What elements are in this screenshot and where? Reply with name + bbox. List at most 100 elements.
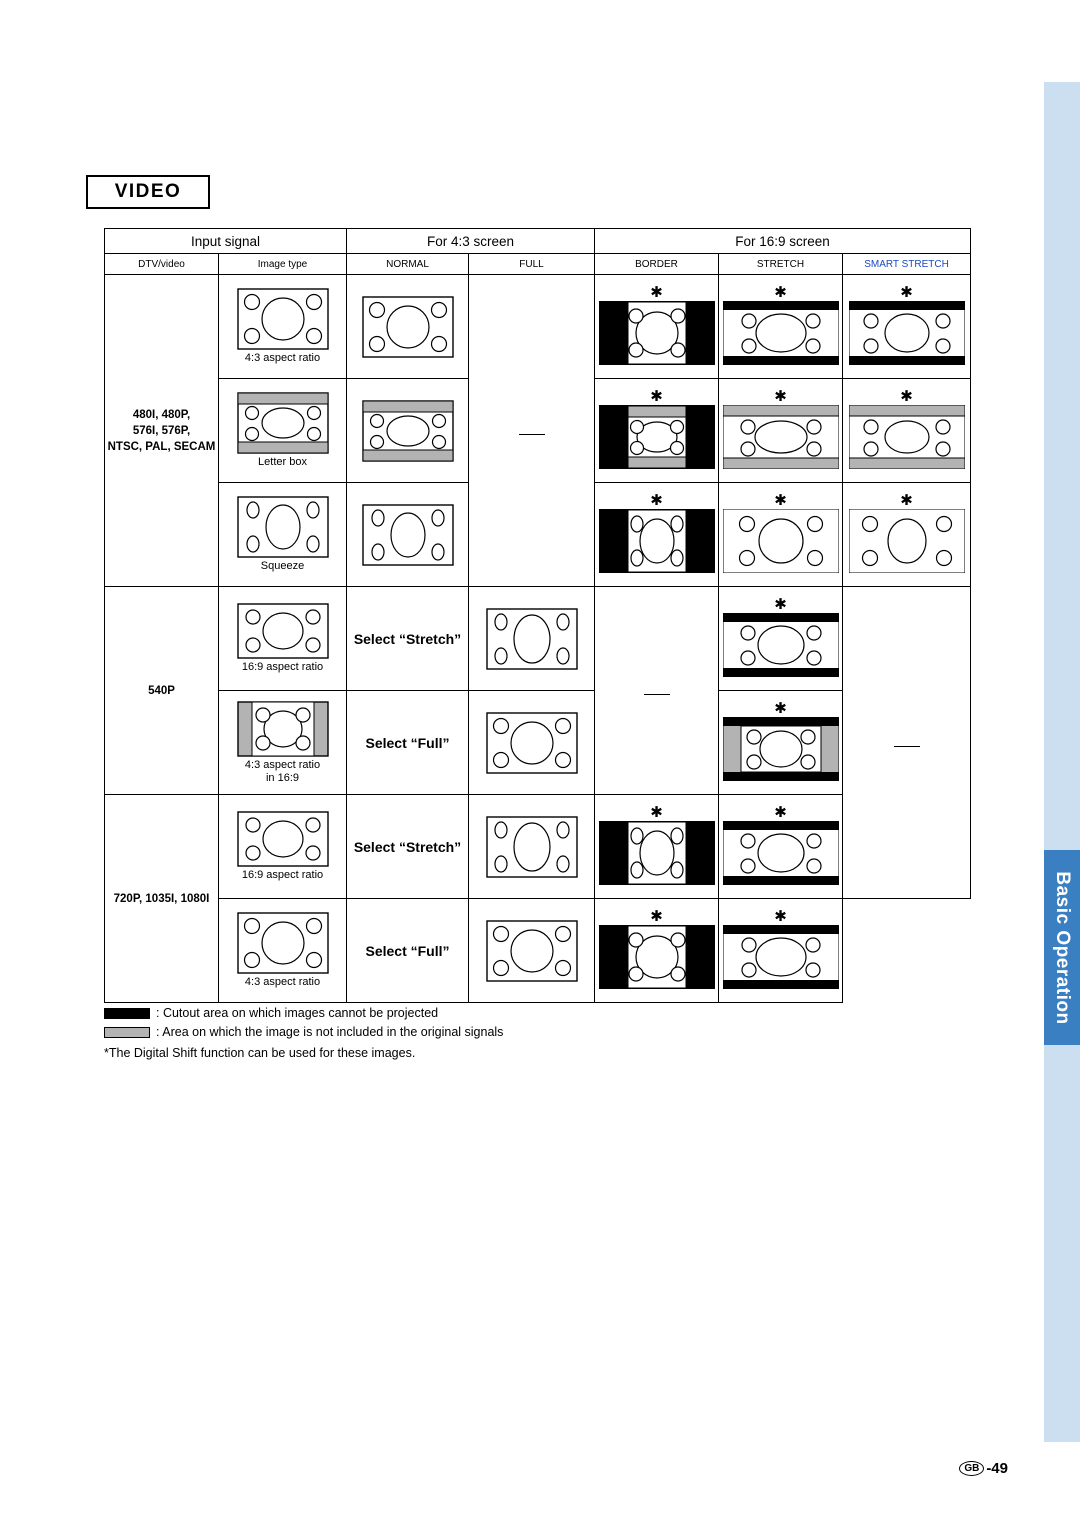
diagram-smart-stretch-1 xyxy=(848,301,965,365)
header-border: BORDER xyxy=(594,253,720,275)
cell-normal-5: Select “Full” xyxy=(346,690,469,795)
diagram-full-5 xyxy=(485,711,578,774)
cell-full-group-1 xyxy=(467,274,596,587)
cell-normal-1 xyxy=(346,274,469,379)
cell-stretch-5: ✱ xyxy=(718,690,844,795)
star-marker: ✱ xyxy=(774,804,787,821)
cell-stretch-3: ✱ xyxy=(718,482,844,587)
gray-swatch-icon xyxy=(104,1027,150,1038)
cell-image-type-43-hd: 4:3 aspect ratio xyxy=(218,898,347,1003)
cell-image-type-169-hd: 16:9 aspect ratio xyxy=(218,794,347,899)
diagram-stretch-7 xyxy=(722,925,839,989)
row-label-group-2-text: 540P xyxy=(148,684,175,697)
diagram-border-7 xyxy=(598,925,715,989)
header-for-4-3-screen: For 4:3 screen xyxy=(345,228,596,254)
cell-image-type-169-540p: 16:9 aspect ratio xyxy=(218,586,347,691)
star-marker: ✱ xyxy=(650,804,663,821)
diagram-stretch-2 xyxy=(722,405,839,469)
caption-image-type-5: 4:3 aspect ratio in 16:9 xyxy=(244,758,321,784)
header-for-16-9-screen: For 16:9 screen xyxy=(594,228,972,254)
diagram-stretch-3 xyxy=(722,509,839,573)
header-smart-stretch: SMART STRETCH xyxy=(842,253,972,275)
row-label-group-2: 540P xyxy=(104,586,219,795)
legend-row-notincluded: : Area on which the image is not include… xyxy=(104,1023,503,1042)
caption-image-type-4: 16:9 aspect ratio xyxy=(241,661,324,673)
star-marker: ✱ xyxy=(650,284,663,301)
cell-normal-7: Select “Full” xyxy=(346,898,469,1003)
cell-full-4 xyxy=(467,586,596,691)
diagram-full-7 xyxy=(485,919,578,982)
header-input-signal: Input signal xyxy=(104,228,347,254)
star-marker: ✱ xyxy=(650,492,663,509)
diagram-normal-2 xyxy=(361,399,454,462)
side-tab-basic-operation: Basic Operation xyxy=(1044,850,1080,1045)
cell-normal-2 xyxy=(346,378,469,483)
cell-normal-6: Select “Stretch” xyxy=(346,794,469,899)
diagram-16-9-aspect-540p xyxy=(236,603,329,659)
star-marker: ✱ xyxy=(774,908,787,925)
cell-stretch-6: ✱ xyxy=(718,794,844,899)
cell-smart-stretch-2: ✱ xyxy=(842,378,972,483)
diagram-stretch-4 xyxy=(722,613,839,677)
diagram-smart-stretch-2 xyxy=(848,405,965,469)
cell-stretch-7: ✱ xyxy=(718,898,844,1003)
cell-border-3: ✱ xyxy=(594,482,720,587)
section-title-box: VIDEO xyxy=(86,175,210,209)
diagram-stretch-5 xyxy=(722,717,839,781)
legend-note: *The Digital Shift function can be used … xyxy=(104,1046,416,1060)
cell-border-1: ✱ xyxy=(594,274,720,379)
cell-full-5 xyxy=(467,690,596,795)
diagram-border-1 xyxy=(598,301,715,365)
cell-stretch-4: ✱ xyxy=(718,586,844,691)
star-marker: ✱ xyxy=(774,596,787,613)
star-marker: ✱ xyxy=(774,700,787,717)
cell-stretch-2: ✱ xyxy=(718,378,844,483)
row-label-group-1-text: 480I, 480P, 576I, 576P, NTSC, PAL, SECAM xyxy=(107,408,216,453)
black-swatch-icon xyxy=(104,1008,150,1019)
header-dtv-video: DTV/video xyxy=(104,253,219,275)
diagram-stretch-1 xyxy=(722,301,839,365)
cell-border-6: ✱ xyxy=(594,794,720,899)
star-marker: ✱ xyxy=(900,492,913,509)
caption-image-type-7: 4:3 aspect ratio xyxy=(244,976,321,988)
header-image-type: Image type xyxy=(218,253,347,275)
cell-smart-stretch-3: ✱ xyxy=(842,482,972,587)
diagram-4-3-aspect xyxy=(236,288,329,350)
caption-image-type-2: Letter box xyxy=(258,456,307,468)
star-marker: ✱ xyxy=(774,492,787,509)
diagram-squeeze xyxy=(236,496,329,558)
normal-instruction-6: Select “Stretch” xyxy=(353,838,462,855)
row-label-group-3-text: 720P, 1035I, 1080I xyxy=(113,892,210,905)
star-marker: ✱ xyxy=(774,388,787,405)
cell-full-7 xyxy=(467,898,596,1003)
cell-border-2: ✱ xyxy=(594,378,720,483)
row-label-group-3: 720P, 1035I, 1080I xyxy=(104,794,219,1003)
cell-image-type-43: 4:3 aspect ratio xyxy=(218,274,347,379)
header-stretch: STRETCH xyxy=(718,253,844,275)
caption-image-type-6: 16:9 aspect ratio xyxy=(241,869,324,881)
empty-dash-2 xyxy=(643,693,670,695)
page-footer: GB -49 xyxy=(959,1460,1008,1477)
cell-image-type-letterbox: Letter box xyxy=(218,378,347,483)
cell-full-6 xyxy=(467,794,596,899)
side-strip-decoration xyxy=(1044,82,1080,1442)
page-number: -49 xyxy=(986,1460,1008,1477)
normal-instruction-4: Select “Stretch” xyxy=(353,630,462,647)
star-marker: ✱ xyxy=(650,388,663,405)
cell-normal-3 xyxy=(346,482,469,587)
diagram-smart-stretch-3 xyxy=(848,509,965,573)
diagram-full-6 xyxy=(485,815,578,878)
diagram-4-3-aspect-hd xyxy=(236,912,329,974)
diagram-4-3-in-16-9 xyxy=(236,700,329,757)
cell-normal-4: Select “Stretch” xyxy=(346,586,469,691)
diagram-border-2 xyxy=(598,405,715,469)
cell-image-type-43-in-169: 4:3 aspect ratio in 16:9 xyxy=(218,690,347,795)
star-marker: ✱ xyxy=(900,388,913,405)
document-page: Basic Operation VIDEO Input signal For 4… xyxy=(0,0,1080,1523)
empty-dash-1 xyxy=(518,433,545,435)
diagram-border-6 xyxy=(598,821,715,885)
star-marker: ✱ xyxy=(774,284,787,301)
cell-border-7: ✱ xyxy=(594,898,720,1003)
star-marker: ✱ xyxy=(900,284,913,301)
cell-smart-stretch-1: ✱ xyxy=(842,274,972,379)
